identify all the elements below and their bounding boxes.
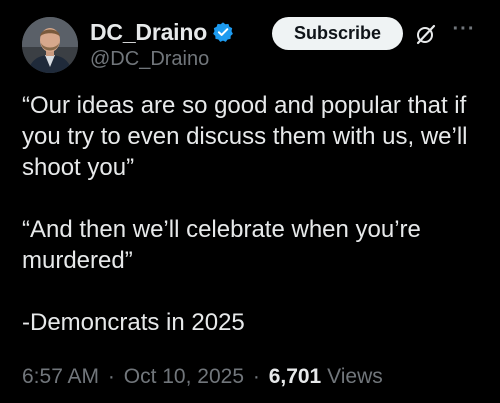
- tweet-date[interactable]: Oct 10, 2025: [124, 365, 244, 388]
- tweet-text: “Our ideas are so good and popular that …: [22, 90, 492, 338]
- tweet-paragraph-1: “Our ideas are so good and popular that …: [22, 92, 468, 181]
- avatar[interactable]: [22, 17, 78, 73]
- author-handle[interactable]: @DC_Draino: [90, 48, 209, 71]
- tweet-paragraph-2: “And then we’ll celebrate when you’re mu…: [22, 216, 421, 274]
- subscribe-button[interactable]: Subscribe: [272, 17, 403, 50]
- grok-slash-icon[interactable]: [414, 22, 438, 46]
- tweet-time[interactable]: 6:57 AM: [22, 365, 99, 388]
- tweet-meta: 6:57 AM · Oct 10, 2025 · 6,701 Views: [22, 365, 383, 389]
- verified-badge-icon: [212, 21, 234, 43]
- meta-separator: ·: [107, 365, 115, 388]
- tweet-paragraph-3: -Demoncrats in 2025: [22, 309, 245, 336]
- display-name[interactable]: DC_Draino: [90, 19, 207, 46]
- meta-separator-2: ·: [252, 365, 260, 388]
- more-dots-icon[interactable]: ···: [451, 19, 477, 46]
- views-count[interactable]: 6,701: [269, 365, 322, 388]
- views-label: Views: [327, 365, 383, 388]
- author-name-row[interactable]: DC_Draino: [90, 17, 234, 47]
- tweet-post: DC_Draino @DC_Draino Subscribe ··· “Our …: [0, 0, 500, 403]
